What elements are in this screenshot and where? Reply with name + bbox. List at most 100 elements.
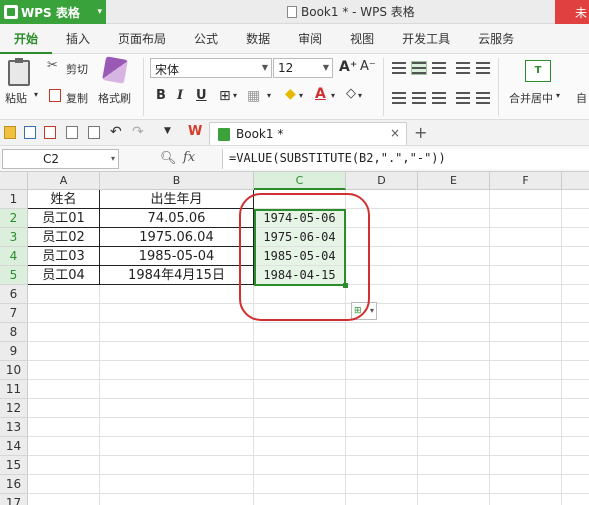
login-button[interactable]: 未 xyxy=(555,0,589,24)
cell-g12[interactable] xyxy=(562,399,589,418)
cell-f7[interactable] xyxy=(490,304,562,323)
cell-g4[interactable] xyxy=(562,247,589,266)
paste-button[interactable]: 粘贴 xyxy=(5,90,27,106)
select-all-corner[interactable] xyxy=(0,172,28,190)
cell-c17[interactable] xyxy=(254,494,346,505)
cell-b17[interactable] xyxy=(100,494,254,505)
print-preview-icon[interactable] xyxy=(88,126,100,139)
cell-a2[interactable]: 员工01 xyxy=(28,209,100,228)
cell-d11[interactable] xyxy=(346,380,418,399)
cell-e8[interactable] xyxy=(418,323,490,342)
cell-e4[interactable] xyxy=(418,247,490,266)
row-header-10[interactable]: 10 xyxy=(0,361,28,380)
column-header-f[interactable]: F xyxy=(490,172,562,190)
chevron-down-icon[interactable]: ▾ xyxy=(299,91,303,100)
document-tab[interactable]: Book1 * × xyxy=(209,122,407,145)
cell-b11[interactable] xyxy=(100,380,254,399)
cell-f4[interactable] xyxy=(490,247,562,266)
cell-g11[interactable] xyxy=(562,380,589,399)
row-header-7[interactable]: 7 xyxy=(0,304,28,323)
cell-e11[interactable] xyxy=(418,380,490,399)
cell-d2[interactable] xyxy=(346,209,418,228)
cell-f17[interactable] xyxy=(490,494,562,505)
cell-b3[interactable]: 1975.06.04 xyxy=(100,228,254,247)
cell-g9[interactable] xyxy=(562,342,589,361)
align-middle-icon[interactable] xyxy=(411,61,427,75)
cell-e6[interactable] xyxy=(418,285,490,304)
borders-icon[interactable]: ⊞ xyxy=(219,88,231,104)
cell-b10[interactable] xyxy=(100,361,254,380)
row-header-15[interactable]: 15 xyxy=(0,456,28,475)
cell-d5[interactable] xyxy=(346,266,418,285)
cell-b5[interactable]: 1984年4月15日 xyxy=(100,266,254,285)
cell-c4[interactable]: 1985-05-04 xyxy=(254,247,346,266)
row-header-9[interactable]: 9 xyxy=(0,342,28,361)
cell-e10[interactable] xyxy=(418,361,490,380)
cell-f1[interactable] xyxy=(490,190,562,209)
tab-home[interactable]: 开始 xyxy=(0,24,53,54)
justify-icon[interactable] xyxy=(456,92,470,104)
merge-center-button[interactable]: 合并居中 xyxy=(509,90,553,106)
cell-a16[interactable] xyxy=(28,475,100,494)
chevron-down-icon[interactable]: ▾ xyxy=(233,91,237,100)
cell-d10[interactable] xyxy=(346,361,418,380)
wrap-text-button[interactable]: 自 xyxy=(576,90,587,106)
cell-c15[interactable] xyxy=(254,456,346,475)
align-center-icon[interactable] xyxy=(412,92,426,104)
cell-f6[interactable] xyxy=(490,285,562,304)
cell-e5[interactable] xyxy=(418,266,490,285)
column-header-b[interactable]: B xyxy=(100,172,254,190)
open-folder-icon[interactable] xyxy=(4,126,16,139)
cell-b2[interactable]: 74.05.06 xyxy=(100,209,254,228)
cell-d1[interactable] xyxy=(346,190,418,209)
cell-g14[interactable] xyxy=(562,437,589,456)
cell-f12[interactable] xyxy=(490,399,562,418)
cell-a6[interactable] xyxy=(28,285,100,304)
cell-g15[interactable] xyxy=(562,456,589,475)
tab-page-layout[interactable]: 页面布局 xyxy=(104,24,180,54)
cell-e16[interactable] xyxy=(418,475,490,494)
cell-g6[interactable] xyxy=(562,285,589,304)
row-header-5[interactable]: 5 xyxy=(0,266,28,285)
column-header-d[interactable]: D xyxy=(346,172,418,190)
cell-c14[interactable] xyxy=(254,437,346,456)
tab-data[interactable]: 数据 xyxy=(232,24,284,54)
cell-g7[interactable] xyxy=(562,304,589,323)
grow-font-icon[interactable]: A⁺ xyxy=(339,59,357,75)
italic-button[interactable]: I xyxy=(177,88,183,103)
cell-c10[interactable] xyxy=(254,361,346,380)
row-header-17[interactable]: 17 xyxy=(0,494,28,505)
cell-f15[interactable] xyxy=(490,456,562,475)
cell-f13[interactable] xyxy=(490,418,562,437)
cell-f5[interactable] xyxy=(490,266,562,285)
cell-f2[interactable] xyxy=(490,209,562,228)
cell-e17[interactable] xyxy=(418,494,490,505)
cell-d15[interactable] xyxy=(346,456,418,475)
row-header-3[interactable]: 3 xyxy=(0,228,28,247)
cell-f11[interactable] xyxy=(490,380,562,399)
search-icon[interactable]: 🔍︎ xyxy=(160,151,177,166)
cell-c2[interactable]: 1974-05-06 xyxy=(254,209,346,228)
row-header-11[interactable]: 11 xyxy=(0,380,28,399)
chevron-down-icon[interactable]: ▾ xyxy=(111,154,115,163)
copy-button[interactable]: 复制 xyxy=(66,90,88,106)
cell-b6[interactable] xyxy=(100,285,254,304)
cut-button[interactable]: 剪切 xyxy=(66,61,88,77)
paste-dropdown-icon[interactable]: ▾ xyxy=(34,90,38,99)
row-header-12[interactable]: 12 xyxy=(0,399,28,418)
cell-b16[interactable] xyxy=(100,475,254,494)
cell-b7[interactable] xyxy=(100,304,254,323)
save-icon[interactable] xyxy=(24,126,36,139)
chevron-down-icon[interactable]: ▾ xyxy=(358,91,362,100)
export-pdf-icon[interactable] xyxy=(44,126,56,139)
cell-d9[interactable] xyxy=(346,342,418,361)
format-painter-button[interactable]: 格式刷 xyxy=(98,90,131,106)
cell-a7[interactable] xyxy=(28,304,100,323)
cell-d4[interactable] xyxy=(346,247,418,266)
row-header-16[interactable]: 16 xyxy=(0,475,28,494)
cell-a4[interactable]: 员工03 xyxy=(28,247,100,266)
cell-e2[interactable] xyxy=(418,209,490,228)
tab-review[interactable]: 审阅 xyxy=(284,24,336,54)
cell-a3[interactable]: 员工02 xyxy=(28,228,100,247)
cell-f14[interactable] xyxy=(490,437,562,456)
